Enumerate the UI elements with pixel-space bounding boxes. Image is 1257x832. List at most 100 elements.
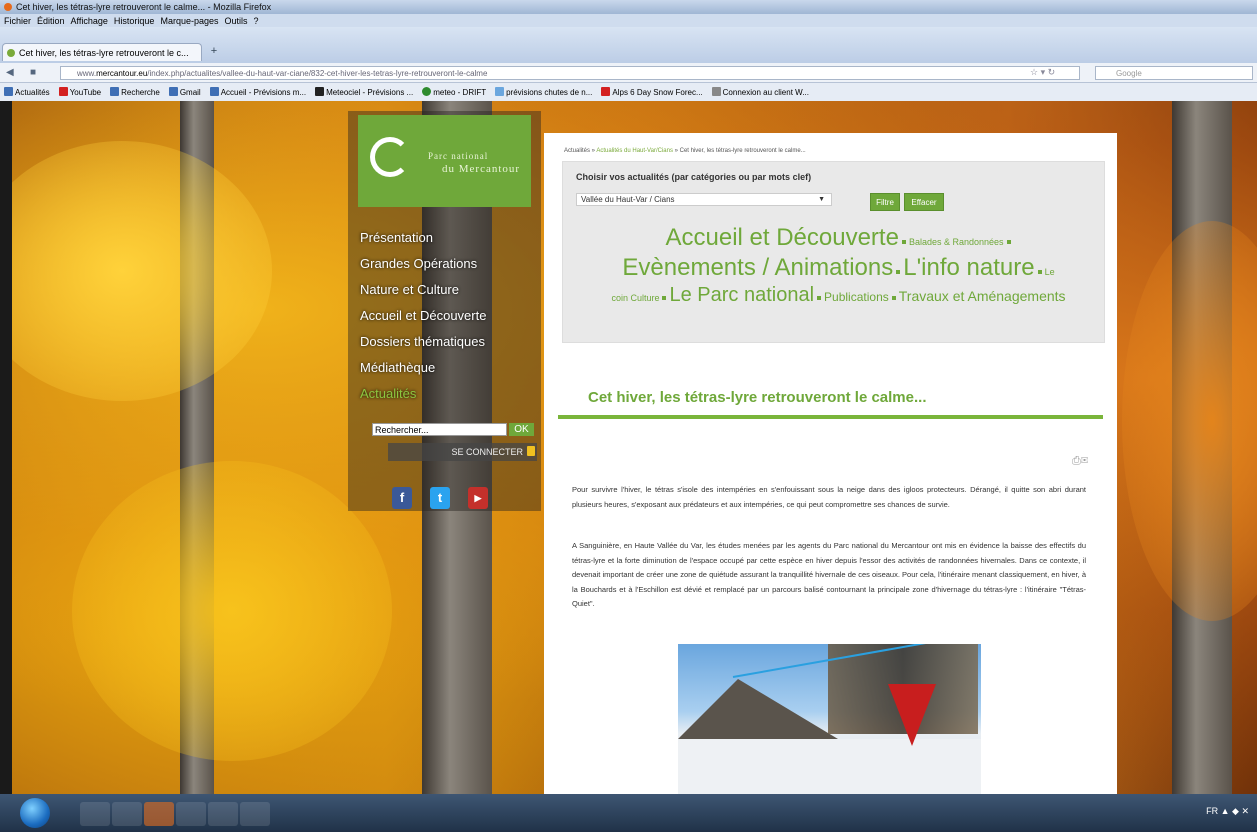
tag-separator bbox=[662, 296, 667, 300]
taskbar-app-icon[interactable] bbox=[176, 802, 206, 826]
tag-info-nature[interactable]: L'info nature bbox=[903, 254, 1034, 281]
bookmark-item[interactable]: Actualités bbox=[4, 87, 50, 97]
article-paragraph-2: A Sanguinière, en Haute Vallée du Var, l… bbox=[572, 541, 1086, 609]
menu-historique[interactable]: Historique bbox=[114, 16, 155, 26]
tag-separator bbox=[1037, 270, 1042, 274]
site-search-input[interactable] bbox=[372, 423, 507, 436]
tag-evenements[interactable]: Evènements / Animations bbox=[622, 254, 893, 281]
menu-outils[interactable]: Outils bbox=[225, 16, 248, 26]
bookmark-icon bbox=[315, 87, 325, 96]
filter-title: Choisir vos actualités (par catégories o… bbox=[576, 172, 812, 182]
address-bar[interactable]: www.mercantour.eu/index.php/actualites/v… bbox=[60, 66, 1080, 80]
taskbar-app-icon[interactable] bbox=[208, 802, 238, 826]
tab-bar: Cet hiver, les tétras-lyre retrouveront … bbox=[0, 27, 1257, 63]
search-ok-button[interactable]: OK bbox=[509, 423, 534, 436]
menu-help[interactable]: ? bbox=[254, 16, 259, 26]
tag-publications[interactable]: Publications bbox=[824, 290, 889, 304]
bookmark-item[interactable]: Connexion au client W... bbox=[711, 87, 809, 97]
bookmark-item[interactable]: Recherche bbox=[110, 87, 160, 97]
bookmark-icon bbox=[4, 87, 13, 96]
breadcrumb-home[interactable]: Actualités bbox=[564, 148, 590, 154]
swirl-logo-icon bbox=[370, 137, 410, 177]
title-divider bbox=[558, 415, 1103, 419]
windows-taskbar: FR ▲ ◆ ✕ bbox=[0, 794, 1257, 832]
menu-fichier[interactable]: Fichier bbox=[4, 16, 31, 26]
url-prefix: www. bbox=[77, 69, 97, 78]
chevron-down-icon: ▼ bbox=[818, 196, 825, 203]
foliage bbox=[72, 461, 392, 761]
tag-accueil-decouverte[interactable]: Accueil et Découverte bbox=[665, 224, 898, 251]
menu-item-presentation[interactable]: Présentation bbox=[360, 225, 486, 251]
home-icon[interactable]: ■ bbox=[30, 67, 36, 78]
tag-separator bbox=[901, 240, 906, 244]
clear-button[interactable]: Effacer bbox=[904, 193, 944, 211]
breadcrumb: Actualités » Actualités du Haut-Var/Cian… bbox=[564, 148, 806, 154]
foliage bbox=[1122, 221, 1257, 621]
tab-active[interactable]: Cet hiver, les tétras-lyre retrouveront … bbox=[2, 43, 202, 61]
menu-item-grandes-operations[interactable]: Grandes Opérations bbox=[360, 251, 486, 277]
tag-separator bbox=[1006, 240, 1011, 244]
facebook-icon[interactable]: f bbox=[392, 487, 412, 509]
start-button[interactable] bbox=[20, 798, 50, 828]
bookmark-item[interactable]: Alps 6 Day Snow Forec... bbox=[601, 87, 703, 97]
bookmark-item[interactable]: Gmail bbox=[168, 87, 201, 97]
tag-parc-national[interactable]: Le Parc national bbox=[669, 284, 814, 306]
web-search-input[interactable]: Google bbox=[1095, 66, 1253, 80]
bookmark-icon bbox=[422, 87, 432, 96]
bookmark-item[interactable]: meteo - DRIFT bbox=[422, 87, 486, 97]
news-filter-box: Choisir vos actualités (par catégories o… bbox=[562, 161, 1105, 343]
youtube-icon bbox=[58, 87, 68, 96]
photo-snow bbox=[678, 739, 981, 794]
article-title: Cet hiver, les tétras-lyre retrouveront … bbox=[588, 389, 927, 406]
site-search: OK bbox=[372, 423, 534, 437]
menu-item-mediatheque[interactable]: Médiathèque bbox=[360, 355, 486, 381]
language-indicator: FR bbox=[1206, 806, 1219, 816]
menu-item-nature-culture[interactable]: Nature et Culture bbox=[360, 277, 486, 303]
back-icon[interactable]: ◀ bbox=[6, 67, 14, 78]
print-email-icons[interactable]: ⎙✉ bbox=[1072, 455, 1088, 468]
park-logo[interactable]: Parc national du Mercantour bbox=[358, 115, 531, 207]
menu-marque-pages[interactable]: Marque-pages bbox=[160, 16, 218, 26]
tag-balades[interactable]: Balades & Randonnées bbox=[909, 237, 1004, 247]
photo-mountain bbox=[678, 679, 838, 739]
bookmark-star-icon[interactable]: ☆ ▾ ↻ bbox=[1030, 67, 1055, 78]
breadcrumb-section[interactable]: Actualités du Haut-Var/Cians bbox=[596, 148, 673, 154]
filter-button[interactable]: Filtre bbox=[870, 193, 900, 211]
tag-coin-culture[interactable]: coin Culture bbox=[611, 293, 659, 303]
twitter-icon[interactable]: t bbox=[430, 487, 450, 509]
taskbar-app-icon[interactable] bbox=[240, 802, 270, 826]
menu-item-accueil-decouverte[interactable]: Accueil et Découverte bbox=[360, 303, 486, 329]
site-sidebar: Parc national du Mercantour Présentation… bbox=[348, 111, 541, 511]
login-link[interactable]: SE CONNECTER bbox=[388, 443, 537, 461]
bookmark-item[interactable]: YouTube bbox=[58, 87, 101, 97]
bookmark-icon bbox=[168, 87, 178, 96]
page-viewport: Parc national du Mercantour Présentation… bbox=[12, 101, 1257, 794]
bookmark-icon bbox=[110, 87, 120, 96]
taskbar-explorer-icon[interactable] bbox=[80, 802, 110, 826]
menu-item-actualites[interactable]: Actualités bbox=[360, 381, 486, 407]
logo-line1: Parc national bbox=[428, 151, 489, 161]
menu-edition[interactable]: Édition bbox=[37, 16, 65, 26]
tag-travaux[interactable]: Travaux et Aménagements bbox=[899, 288, 1066, 304]
tag-separator bbox=[891, 296, 896, 300]
taskbar-app-icon[interactable] bbox=[112, 802, 142, 826]
category-select-value: Vallée du Haut-Var / Cians bbox=[581, 195, 675, 204]
new-tab-button[interactable]: + bbox=[206, 44, 222, 58]
category-select[interactable]: Vallée du Haut-Var / Cians ▼ bbox=[576, 193, 832, 206]
bookmark-item[interactable]: prévisions chutes de n... bbox=[495, 87, 592, 97]
lock-icon bbox=[527, 446, 535, 456]
menu-affichage[interactable]: Affichage bbox=[71, 16, 108, 26]
navigation-bar: ◀ ■ www.mercantour.eu/index.php/actualit… bbox=[0, 63, 1257, 83]
taskbar-firefox-icon[interactable] bbox=[144, 802, 174, 826]
tag-le[interactable]: Le bbox=[1045, 267, 1055, 277]
bookmark-item[interactable]: Meteociel - Prévisions ... bbox=[315, 87, 413, 97]
window-titlebar: Cet hiver, les tétras-lyre retrouveront … bbox=[0, 0, 1257, 14]
menu-item-dossiers[interactable]: Dossiers thématiques bbox=[360, 329, 486, 355]
system-tray[interactable]: FR ▲ ◆ ✕ bbox=[1206, 806, 1249, 817]
menu-bar: Fichier Édition Affichage Historique Mar… bbox=[0, 14, 1257, 27]
bookmark-item[interactable]: Accueil - Prévisions m... bbox=[209, 87, 306, 97]
bookmark-icon bbox=[495, 87, 505, 96]
youtube-icon[interactable]: ▶ bbox=[468, 487, 488, 509]
article-paragraph-1: Pour survivre l'hiver, le tétras s'isole… bbox=[572, 485, 1086, 509]
logo-line2: du Mercantour bbox=[442, 163, 521, 175]
